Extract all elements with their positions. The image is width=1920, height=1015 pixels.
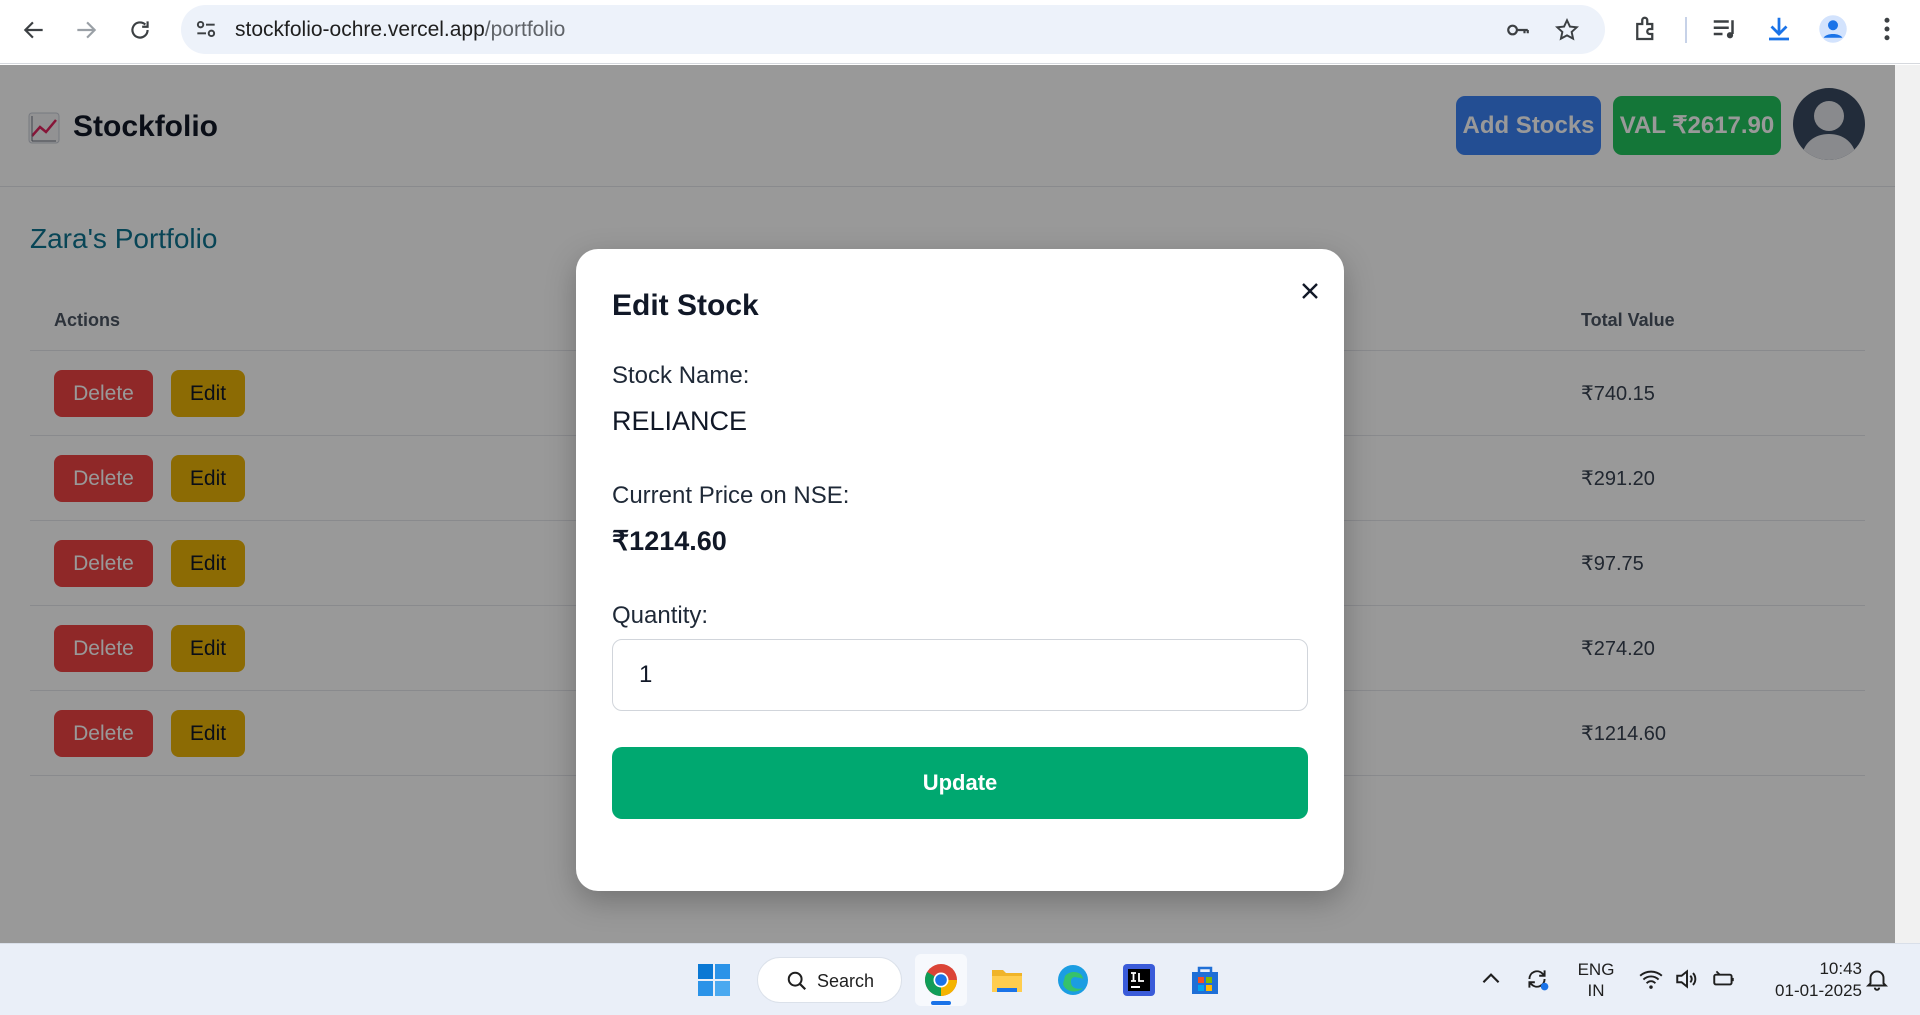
store-icon bbox=[1192, 966, 1218, 994]
page-scrollbar[interactable] bbox=[1895, 65, 1920, 943]
extensions-icon[interactable] bbox=[1631, 14, 1661, 44]
reload-icon bbox=[131, 21, 149, 39]
windows-start-icon bbox=[698, 964, 730, 996]
battery-icon[interactable] bbox=[1711, 966, 1737, 992]
address-bar[interactable]: stockfolio-ochre.vercel.app/portfolio bbox=[181, 5, 1605, 54]
back-icon bbox=[23, 21, 43, 39]
clock-time: 10:43 bbox=[1819, 959, 1862, 978]
stock-name-value: RELIANCE bbox=[612, 406, 748, 436]
browser-toolbar: stockfolio-ochre.vercel.app/portfolio bbox=[0, 0, 1920, 64]
menu-dots-icon[interactable] bbox=[1872, 14, 1902, 44]
start-button[interactable] bbox=[688, 954, 740, 1006]
forward-button[interactable] bbox=[64, 10, 108, 50]
edge-icon bbox=[1058, 965, 1088, 995]
site-info-icon[interactable] bbox=[193, 16, 219, 42]
notification-bell-icon[interactable] bbox=[1864, 966, 1890, 992]
search-icon bbox=[787, 971, 807, 991]
taskbar-store[interactable] bbox=[1179, 954, 1231, 1006]
wifi-icon[interactable] bbox=[1638, 966, 1664, 992]
price-value: ₹1214.60 bbox=[612, 526, 727, 556]
taskbar-edge[interactable] bbox=[1047, 954, 1099, 1006]
windows-taskbar: Search ENG IN 10:43 01-01-2025 bbox=[0, 943, 1920, 1015]
back-button[interactable] bbox=[12, 10, 56, 50]
taskbar-intellij[interactable] bbox=[1113, 954, 1165, 1006]
bookmark-star-icon[interactable] bbox=[1554, 17, 1580, 43]
url-host: stockfolio-ochre.vercel.app bbox=[235, 18, 485, 41]
update-button[interactable]: Update bbox=[612, 747, 1308, 819]
stock-name-label: Stock Name: bbox=[612, 362, 750, 389]
system-clock[interactable]: 10:43 01-01-2025 bbox=[1752, 958, 1862, 1002]
download-icon[interactable] bbox=[1764, 14, 1794, 44]
password-key-icon[interactable] bbox=[1505, 17, 1531, 43]
forward-icon bbox=[77, 21, 97, 39]
sync-icon[interactable] bbox=[1524, 966, 1550, 992]
close-icon bbox=[1302, 283, 1318, 299]
edit-stock-modal: Edit Stock Stock Name: RELIANCE Current … bbox=[576, 249, 1344, 891]
volume-icon[interactable] bbox=[1674, 966, 1700, 992]
intellij-icon bbox=[1123, 964, 1155, 996]
reload-button[interactable] bbox=[118, 10, 162, 50]
taskbar-chrome[interactable] bbox=[915, 954, 967, 1006]
folder-icon bbox=[992, 970, 1022, 992]
profile-icon[interactable] bbox=[1818, 14, 1848, 44]
language-code: ENG bbox=[1577, 960, 1615, 979]
price-label: Current Price on NSE: bbox=[612, 482, 850, 509]
quantity-input[interactable] bbox=[612, 639, 1308, 711]
close-button[interactable] bbox=[1294, 275, 1326, 307]
search-label: Search bbox=[817, 971, 875, 991]
url-text: stockfolio-ochre.vercel.app/portfolio bbox=[235, 18, 565, 42]
taskbar-search[interactable]: Search bbox=[757, 957, 902, 1003]
modal-title: Edit Stock bbox=[612, 289, 759, 322]
url-path: /portfolio bbox=[484, 18, 566, 41]
region-code: IN bbox=[1587, 981, 1605, 1000]
quantity-label: Quantity: bbox=[612, 602, 709, 629]
toolbar-divider bbox=[1685, 17, 1687, 43]
active-app-indicator bbox=[931, 1001, 951, 1005]
language-indicator[interactable]: ENG IN bbox=[1574, 959, 1618, 1001]
chevron-up-icon[interactable] bbox=[1478, 966, 1504, 992]
clock-date: 01-01-2025 bbox=[1775, 981, 1862, 1000]
chrome-icon bbox=[925, 964, 957, 996]
app-page: Stockfolio Add Stocks VAL ₹2617.90 Zara'… bbox=[0, 65, 1895, 943]
taskbar-file-explorer[interactable] bbox=[981, 954, 1033, 1006]
media-control-icon[interactable] bbox=[1710, 14, 1740, 44]
